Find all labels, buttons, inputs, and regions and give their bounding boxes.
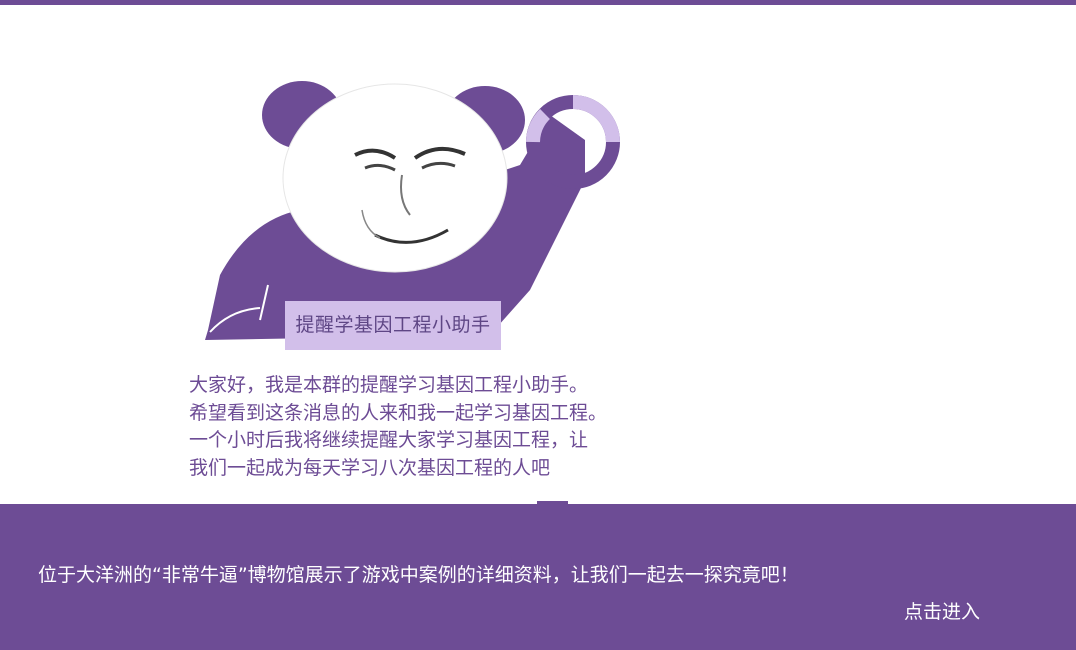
message-line: 希望看到这条消息的人来和我一起学习基因工程。: [189, 401, 608, 424]
message-line: 一个小时后我将继续提醒大家学习基因工程，让: [189, 429, 589, 451]
museum-banner: 位于大洋洲的“非常牛逼”博物馆展示了游戏中案例的详细资料，让我们一起去一探究竟吧…: [0, 504, 1076, 650]
message-block: 大家好，我是本群的提醒学习基因工程小助手。 希望看到这条消息的人来和我一起学习基…: [189, 372, 669, 482]
meme-caption-label: 提醒学基因工程小助手: [285, 301, 501, 350]
banner-description: 位于大洋洲的“非常牛逼”博物馆展示了游戏中案例的详细资料，让我们一起去一探究竟吧…: [38, 564, 799, 586]
message-line: 大家好，我是本群的提醒学习基因工程小助手。: [189, 374, 589, 396]
enter-link[interactable]: 点击进入: [904, 597, 980, 624]
message-line: 我们一起成为每天学习八次基因工程的人吧: [189, 456, 551, 479]
top-accent-bar: [0, 0, 1076, 5]
